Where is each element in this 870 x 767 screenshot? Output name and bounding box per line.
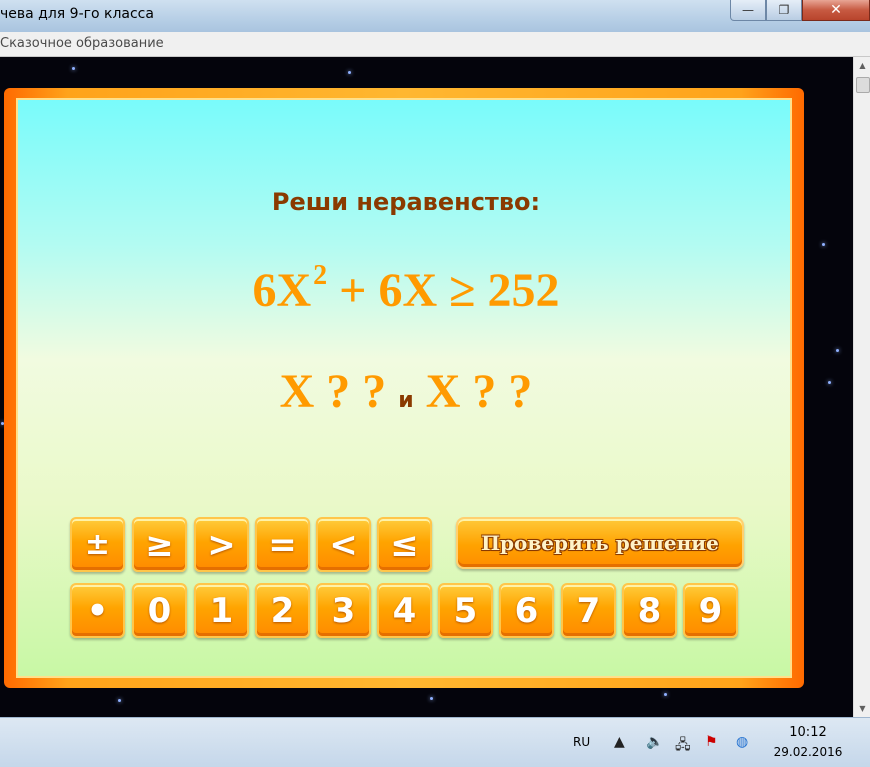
answer-right[interactable]: X ? ? [426,365,533,418]
globe-icon[interactable]: ◍ [736,734,748,750]
vertical-scrollbar[interactable]: ▲ ▼ [853,57,870,717]
star [118,699,121,702]
taskbar: RU ▲ 🔈 🖧 ⚑ ◍ 10:12 29.02.2016 [0,717,870,767]
close-button[interactable]: ✕ [802,0,870,21]
star [822,243,825,246]
minimize-button[interactable]: — [730,0,766,21]
volume-icon[interactable]: 🔈 [646,734,663,750]
check-solution-button[interactable]: Проверить решение [456,517,744,569]
maximize-button[interactable]: ❐ [766,0,802,21]
key-less[interactable]: < [316,517,371,572]
star [664,693,667,696]
key-digit-3[interactable]: 3 [316,583,371,638]
answer-left[interactable]: X ? ? [280,365,387,418]
inequality: 6X2 + 6X ≥ 252 [18,260,794,318]
show-hidden-icons-icon[interactable]: ▲ [614,734,625,750]
scroll-up-arrow-icon[interactable]: ▲ [854,57,870,74]
task-heading: Реши неравенство: [271,188,541,216]
key-digit-8[interactable]: 8 [622,583,677,638]
action-center-flag-icon[interactable]: ⚑ [705,734,718,750]
key-digit-4[interactable]: 4 [377,583,432,638]
star [430,697,433,700]
network-icon[interactable]: 🖧 [675,734,691,758]
language-indicator[interactable]: RU [573,735,590,749]
key-digit-1[interactable]: 1 [194,583,249,638]
key-digit-7[interactable]: 7 [561,583,616,638]
key-equals[interactable]: = [255,517,310,572]
key-decimal-point[interactable]: • [70,583,125,638]
inequality-rest: + 6X ≥ 252 [339,264,560,317]
key-greater[interactable]: > [194,517,249,572]
key-less-equal[interactable]: ≤ [377,517,432,572]
key-digit-0[interactable]: 0 [132,583,187,638]
star [348,71,351,74]
answer-conjunction: и [398,388,414,413]
scroll-down-arrow-icon[interactable]: ▼ [854,700,870,717]
inequality-term: 6X [252,264,312,317]
key-greater-equal[interactable]: ≥ [132,517,187,572]
key-digit-9[interactable]: 9 [683,583,738,638]
window-titlebar: чева для 9-го класса — ❐ ✕ [0,0,870,32]
star [72,67,75,70]
key-digit-6[interactable]: 6 [499,583,554,638]
clock-date[interactable]: 29.02.2016 [770,745,846,759]
inequality-exponent: 2 [313,260,328,291]
game-frame: Реши неравенство: 6X2 + 6X ≥ 252 X ? ? и X… [4,88,804,688]
key-digit-2[interactable]: 2 [255,583,310,638]
scroll-thumb[interactable] [856,77,870,93]
clock-time[interactable]: 10:12 [770,725,846,740]
answer-line: X ? ? и X ? ? [18,364,794,419]
app-subtitle: Сказочное образование [0,36,164,51]
key-digit-5[interactable]: 5 [438,583,493,638]
key-plus-minus[interactable]: ± [70,517,125,572]
info-bar: Сказочное образование [0,32,870,57]
game-panel: Реши неравенство: 6X2 + 6X ≥ 252 X ? ? и X… [16,98,792,678]
star [836,349,839,352]
star [828,381,831,384]
window-title: чева для 9-го класса [0,6,154,22]
